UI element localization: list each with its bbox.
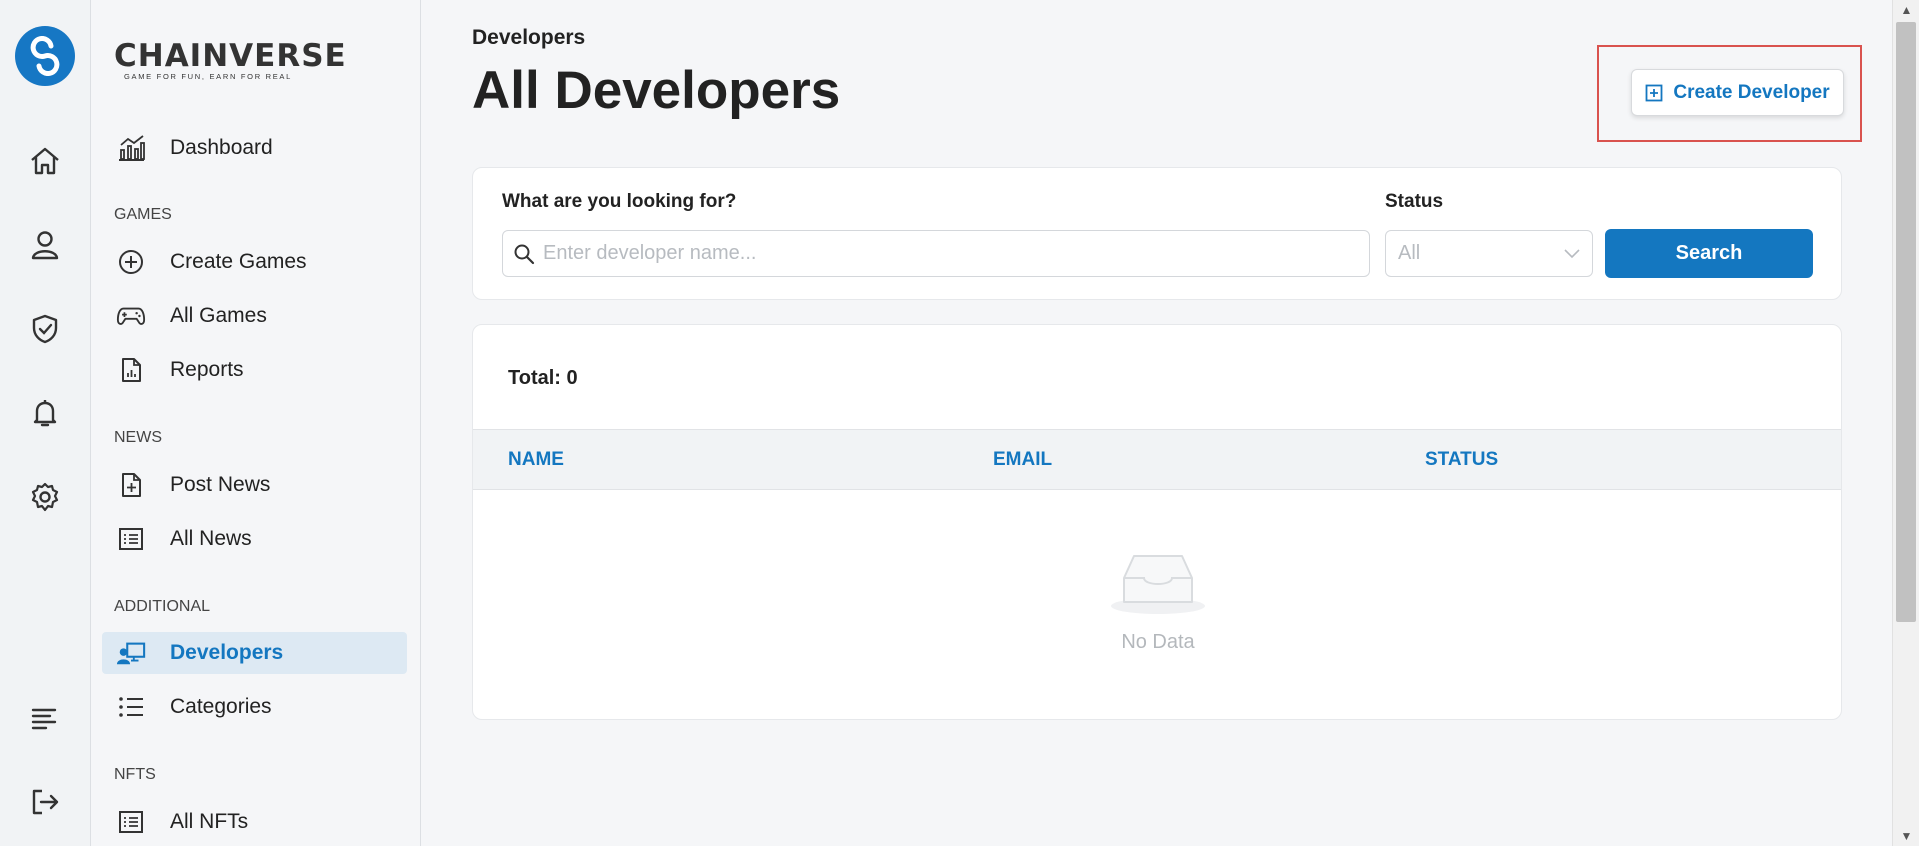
brand-name: CHAINVERSE: [114, 38, 347, 74]
sidebar-section-games: GAMES: [114, 206, 172, 223]
menu-icon[interactable]: [26, 700, 64, 738]
total-count: Total: 0: [508, 367, 578, 389]
empty-inbox-icon: [1111, 555, 1205, 614]
bell-icon[interactable]: [26, 394, 64, 432]
sidebar-item-label: All NFTs: [170, 810, 249, 833]
sidebar-section-nfts: NFTS: [114, 766, 156, 783]
sidebar-item-all-nfts[interactable]: All NFTs: [102, 801, 407, 843]
sidebar-item-post-news[interactable]: Post News: [102, 464, 407, 506]
home-icon[interactable]: [26, 142, 64, 180]
plus-circle-icon: [116, 247, 146, 277]
chart-icon: [116, 133, 146, 163]
sidebar-item-label: Dashboard: [170, 136, 273, 159]
developer-name-field[interactable]: [543, 242, 1343, 265]
scroll-down-arrow-icon[interactable]: ▼: [1893, 826, 1919, 846]
shield-icon[interactable]: [26, 310, 64, 348]
sidebar-item-label: All Games: [170, 304, 267, 327]
search-button[interactable]: Search: [1605, 229, 1813, 278]
search-input[interactable]: [502, 230, 1370, 277]
list-box-icon: [116, 524, 146, 554]
brand[interactable]: CHAINVERSE GAME FOR FUN, EARN FOR REAL: [114, 38, 347, 81]
page-title: All Developers: [472, 61, 841, 120]
search-label: What are you looking for?: [502, 191, 737, 212]
status-select-value: All: [1398, 242, 1421, 264]
search-icon: [514, 244, 535, 264]
list-box-icon: [116, 807, 146, 837]
sidebar-item-label: Post News: [170, 473, 271, 496]
sidebar-item-developers[interactable]: Developers: [102, 632, 407, 674]
user-icon[interactable]: [26, 226, 64, 264]
create-developer-label: Create Developer: [1673, 81, 1830, 103]
developer-icon: [116, 638, 146, 668]
gear-icon[interactable]: [26, 478, 64, 516]
list-icon: [116, 692, 146, 722]
main-content: Developers All Developers Create Develop…: [422, 0, 1892, 846]
sidebar-item-label: Create Games: [170, 250, 307, 273]
status-label: Status: [1385, 191, 1444, 212]
gamepad-icon: [116, 301, 146, 331]
scroll-thumb[interactable]: [1896, 22, 1916, 622]
page-scrollbar[interactable]: ▲ ▼: [1892, 0, 1919, 846]
sidebar-item-reports[interactable]: Reports: [102, 349, 407, 391]
table-header: NAME EMAIL STATUS: [473, 429, 1841, 490]
icon-rail: [0, 0, 91, 846]
breadcrumb: Developers: [472, 26, 586, 49]
sidebar-item-label: All News: [170, 527, 252, 550]
sidebar-item-create-games[interactable]: Create Games: [102, 241, 407, 283]
column-header-status[interactable]: STATUS: [1425, 449, 1498, 471]
sidebar-item-label: Categories: [170, 695, 272, 718]
sidebar-item-all-games[interactable]: All Games: [102, 295, 407, 337]
sidebar-section-news: NEWS: [114, 429, 162, 446]
search-card: What are you looking for? Status All Sea…: [472, 167, 1842, 300]
empty-state-text: No Data: [1121, 631, 1195, 653]
sidebar-item-label: Developers: [170, 641, 284, 664]
scroll-up-arrow-icon[interactable]: ▲: [1893, 0, 1919, 20]
status-select[interactable]: All: [1385, 230, 1593, 277]
column-header-name[interactable]: NAME: [508, 449, 564, 471]
plus-square-icon: [1645, 84, 1663, 101]
sidebar-item-categories[interactable]: Categories: [102, 686, 407, 728]
chainverse-logo-icon[interactable]: [15, 26, 75, 86]
logout-icon[interactable]: [26, 783, 64, 821]
create-developer-button[interactable]: Create Developer: [1631, 69, 1844, 116]
sidebar-item-all-news[interactable]: All News: [102, 518, 407, 560]
column-header-email[interactable]: EMAIL: [993, 449, 1052, 471]
empty-state: [473, 550, 1841, 621]
report-icon: [116, 355, 146, 385]
chevron-down-icon: [1564, 248, 1580, 258]
file-plus-icon: [116, 470, 146, 500]
sidebar-item-label: Reports: [170, 358, 244, 381]
sidebar-section-additional: ADDITIONAL: [114, 598, 211, 615]
sidebar-item-dashboard[interactable]: Dashboard: [102, 127, 407, 169]
sidebar: CHAINVERSE GAME FOR FUN, EARN FOR REAL D…: [92, 0, 421, 846]
developers-table-card: Total: 0 NAME EMAIL STATUS No Data: [472, 324, 1842, 720]
